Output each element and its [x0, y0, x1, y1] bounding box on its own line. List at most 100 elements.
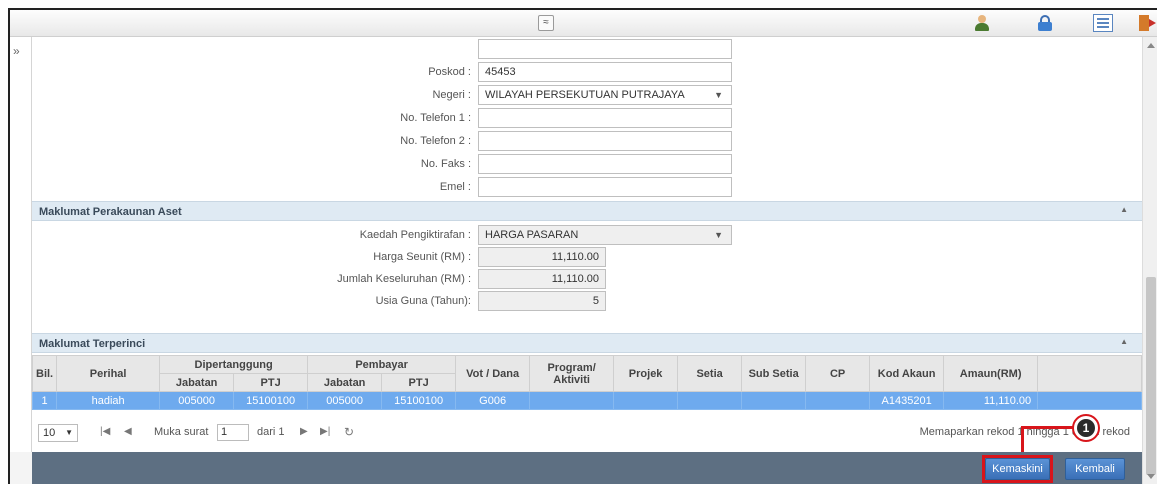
chevron-down-icon: ▼	[714, 230, 723, 240]
first-page-icon[interactable]: |◀	[100, 426, 110, 437]
table-row[interactable]: 1 hadiah 005000 15100100 005000 15100100…	[32, 391, 1142, 410]
cell-perihal: hadiah	[56, 391, 161, 410]
cell-subsetia	[741, 391, 807, 410]
section-title: Maklumat Perakaunan Aset	[39, 206, 182, 218]
prev-page-icon[interactable]: ◀	[124, 426, 132, 437]
col-pembayar: Pembayar	[307, 355, 457, 374]
cell-dip-ptj: 15100100	[233, 391, 309, 410]
scroll-down-icon[interactable]	[1147, 474, 1155, 479]
refresh-icon[interactable]: ↻	[344, 425, 354, 439]
form-row-harga-seunit: Harga Seunit (RM) : 11,110.00	[32, 246, 1142, 268]
telefon2-label: No. Telefon 2 :	[400, 135, 471, 147]
col-dip-jabatan[interactable]: Jabatan	[159, 373, 235, 392]
pager: 10 ▼ |◀ ◀ Muka surat 1 dari 1 ▶ ▶| ↻ Mem…	[32, 422, 1142, 444]
collapse-icon[interactable]: ▲	[1120, 205, 1128, 214]
user-icon[interactable]	[972, 14, 992, 32]
collapse-header-button[interactable]: ≈	[538, 15, 554, 31]
table-header-row: Bil. Perihal Dipertanggung Pembayar Vot …	[32, 355, 1142, 392]
jumlah-label: Jumlah Keseluruhan (RM) :	[337, 273, 471, 285]
left-panel-strip: »	[10, 37, 32, 452]
action-bar: Kemaskini Kembali	[32, 452, 1142, 484]
main-content: Poskod : 45453 Negeri : WILAYAH PERSEKUT…	[32, 37, 1142, 452]
collapse-icon[interactable]: ▲	[1120, 337, 1128, 346]
col-bil[interactable]: Bil.	[32, 355, 58, 392]
page-label: Muka surat	[154, 426, 209, 438]
telefon1-input[interactable]	[478, 108, 732, 128]
kaedah-value: HARGA PASARAN	[485, 229, 579, 241]
page-total: dari 1	[257, 426, 285, 438]
col-dipertanggung: Dipertanggung	[159, 355, 309, 374]
col-projek[interactable]: Projek	[613, 355, 679, 392]
last-page-icon[interactable]: ▶|	[320, 426, 330, 437]
cell-projek	[613, 391, 679, 410]
form-row-poskod: Poskod : 45453	[32, 61, 1142, 83]
page-size-select[interactable]: 10 ▼	[38, 424, 78, 442]
section-perakaunan-header[interactable]: Maklumat Perakaunan Aset ▲	[32, 201, 1142, 221]
chevron-down-icon: ▼	[65, 428, 73, 437]
scroll-up-icon[interactable]	[1147, 43, 1155, 48]
faks-input[interactable]	[478, 154, 732, 174]
vertical-scrollbar[interactable]	[1142, 37, 1157, 484]
cell-pem-jabatan: 005000	[307, 391, 383, 410]
col-filler	[1037, 355, 1142, 392]
col-vot[interactable]: Vot / Dana	[455, 355, 531, 392]
negeri-label: Negeri :	[432, 89, 471, 101]
usia-label: Usia Guna (Tahun):	[375, 295, 471, 307]
kembali-button[interactable]: Kembali	[1065, 458, 1125, 480]
faks-label: No. Faks :	[420, 158, 471, 170]
col-kodakaun[interactable]: Kod Akaun	[869, 355, 945, 392]
telefon2-input[interactable]	[478, 131, 732, 151]
page-size-value: 10	[43, 427, 56, 439]
next-page-icon[interactable]: ▶	[300, 426, 308, 437]
exit-icon[interactable]	[1138, 14, 1157, 32]
usia-field: 5	[478, 291, 606, 311]
form-row-telefon1: No. Telefon 1 :	[32, 107, 1142, 129]
col-amaun[interactable]: Amaun(RM)	[943, 355, 1039, 392]
cell-program	[529, 391, 615, 410]
poskod-input[interactable]: 45453	[478, 62, 732, 82]
col-program[interactable]: Program/ Aktiviti	[529, 355, 615, 392]
form-row-faks: No. Faks :	[32, 153, 1142, 175]
detail-table: Bil. Perihal Dipertanggung Pembayar Vot …	[32, 355, 1142, 410]
cell-dip-jabatan: 005000	[159, 391, 235, 410]
page-input[interactable]: 1	[217, 424, 249, 441]
negeri-select[interactable]: WILAYAH PERSEKUTUAN PUTRAJAYA ▼	[478, 85, 732, 105]
chevron-down-icon: ▼	[714, 90, 723, 100]
col-subsetia[interactable]: Sub Setia	[741, 355, 807, 392]
callout-line	[1021, 426, 1024, 452]
form-row-usia: Usia Guna (Tahun): 5	[32, 290, 1142, 312]
scroll-thumb[interactable]	[1146, 277, 1156, 475]
app-window: ≈ » Poskod : 45453 Negeri : WILAYAH PERS…	[8, 8, 1157, 484]
kaedah-label: Kaedah Pengiktirafan :	[359, 229, 471, 241]
harga-seunit-field: 11,110.00	[478, 247, 606, 267]
expand-panel-icon[interactable]: »	[13, 44, 20, 58]
cell-bil: 1	[32, 391, 58, 410]
col-cp[interactable]: CP	[805, 355, 871, 392]
form-row-jumlah: Jumlah Keseluruhan (RM) : 11,110.00	[32, 268, 1142, 290]
form-row-kaedah: Kaedah Pengiktirafan : HARGA PASARAN ▼	[32, 224, 1142, 246]
cell-kodakaun: A1435201	[869, 391, 945, 410]
step-callout: 1	[1072, 414, 1100, 442]
negeri-value: WILAYAH PERSEKUTUAN PUTRAJAYA	[485, 89, 685, 101]
harga-seunit-label: Harga Seunit (RM) :	[373, 251, 471, 263]
kaedah-select[interactable]: HARGA PASARAN ▼	[478, 225, 732, 245]
col-setia[interactable]: Setia	[677, 355, 743, 392]
emel-label: Emel :	[439, 181, 471, 193]
section-title: Maklumat Terperinci	[39, 338, 146, 350]
form-row-telefon2: No. Telefon 2 :	[32, 130, 1142, 152]
list-icon[interactable]	[1093, 14, 1113, 32]
emel-input[interactable]	[478, 177, 732, 197]
cell-setia	[677, 391, 743, 410]
form-row-emel: Emel :	[32, 176, 1142, 198]
lock-icon[interactable]	[1035, 14, 1055, 32]
cell-cp	[805, 391, 871, 410]
col-dip-ptj[interactable]: PTJ	[233, 373, 309, 392]
col-perihal[interactable]: Perihal	[56, 355, 161, 392]
cell-pem-ptj: 15100100	[381, 391, 457, 410]
cell-amaun: 11,110.00	[943, 391, 1039, 410]
poskod-label: Poskod :	[428, 66, 471, 78]
col-pem-jabatan[interactable]: Jabatan	[307, 373, 383, 392]
address-input[interactable]	[478, 39, 732, 59]
section-terperinci-header[interactable]: Maklumat Terperinci ▲	[32, 333, 1142, 353]
col-pem-ptj[interactable]: PTJ	[381, 373, 457, 392]
